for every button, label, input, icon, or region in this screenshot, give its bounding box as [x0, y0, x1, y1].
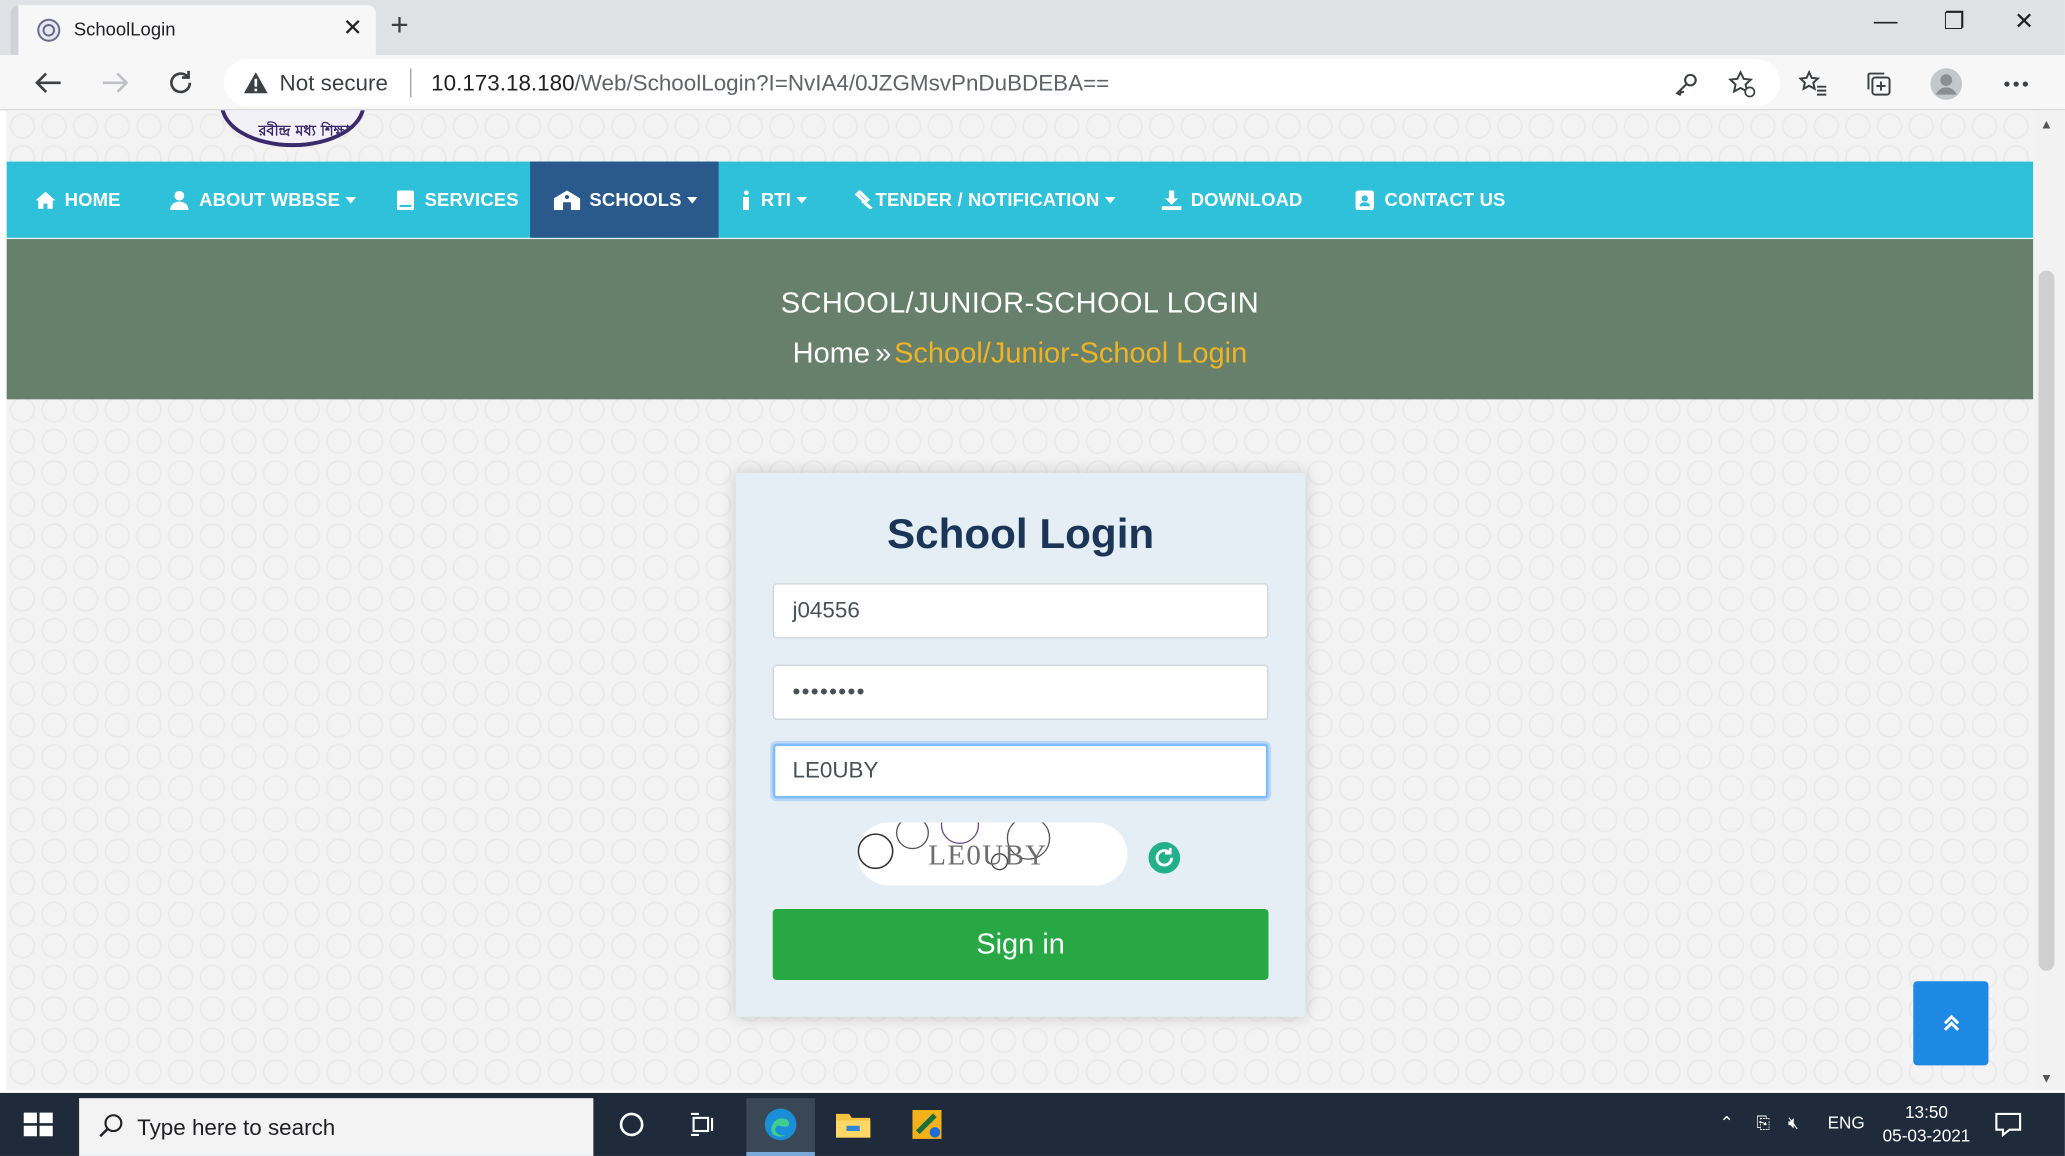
captcha-refresh-icon[interactable] — [1147, 841, 1181, 875]
nav-label: SCHOOLS — [589, 189, 682, 211]
scroll-up-arrow-icon[interactable]: ▲ — [2040, 118, 2053, 132]
scroll-down-arrow-icon[interactable]: ▼ — [2040, 1072, 2053, 1086]
app-launcher-icon[interactable] — [907, 1106, 947, 1143]
windows-start-icon[interactable] — [18, 1109, 58, 1141]
windows-taskbar: Type here to search ⌃ ⎘ 🔇︎ ENG 13:50 05-… — [0, 1092, 2065, 1156]
nav-item-download[interactable]: DOWNLOAD — [1159, 162, 1302, 238]
nav-label: ABOUT WBBSE — [199, 189, 341, 211]
page-banner: SCHOOL/JUNIOR-SCHOOL LOGIN Home» School/J… — [6, 239, 2034, 400]
captcha-text: LE0UBY — [928, 838, 1048, 871]
refresh-icon[interactable] — [161, 66, 201, 100]
login-title: School Login — [886, 509, 1155, 557]
breadcrumb: Home» School/Junior-School Login — [7, 336, 2034, 370]
info-icon — [740, 189, 753, 210]
breadcrumb-separator: » — [875, 336, 892, 370]
notifications-icon[interactable] — [1988, 1106, 2028, 1143]
url-path: /Web/SchoolLogin?I=NvIA4/0JZGMsvPnDuBDEB… — [574, 70, 1110, 96]
contact-icon — [1353, 189, 1377, 210]
browser-tab-strip: SchoolLogin ✕ + — ❐ ✕ — [0, 0, 2065, 56]
search-icon — [99, 1114, 123, 1138]
main-navigation: HOME ABOUT WBBSE SERVICES SCHOOLS RTI TE… — [6, 161, 2034, 238]
cortana-icon[interactable] — [612, 1106, 652, 1143]
back-icon[interactable] — [29, 66, 69, 100]
restore-icon[interactable]: ❐ — [1928, 8, 1981, 36]
caret-down-icon — [796, 196, 807, 203]
caret-down-icon — [686, 196, 698, 203]
minimize-icon[interactable]: — — [1859, 8, 1912, 36]
address-bar[interactable]: Not secure 10.173.18.180/Web/SchoolLogin… — [224, 59, 1781, 107]
breadcrumb-current: School/Junior-School Login — [894, 336, 1248, 370]
collections-icon[interactable] — [1862, 67, 1896, 101]
page-scrollbar[interactable]: ▲ ▼ — [2033, 110, 2065, 1091]
profile-avatar-icon[interactable] — [1929, 67, 1963, 101]
scroll-to-top-button[interactable] — [1913, 981, 1989, 1066]
new-tab-icon[interactable]: + — [390, 8, 408, 45]
nav-label: HOME — [64, 189, 121, 211]
wbbse-logo[interactable]: রবীন্দ্র মধ্য শিক্ষা — [220, 110, 366, 148]
favorites-icon[interactable] — [1796, 67, 1830, 101]
forward-icon[interactable] — [95, 66, 135, 100]
page-viewport: রবীন্দ্র মধ্য শিক্ষা HOME ABOUT WBBSE SE… — [6, 110, 2034, 1091]
school-icon — [552, 189, 581, 210]
site-favicon-icon — [37, 18, 61, 42]
tab-close-icon[interactable]: ✕ — [343, 14, 363, 42]
browser-toolbar: Not secure 10.173.18.180/Web/SchoolLogin… — [0, 55, 2065, 111]
nav-item-services[interactable]: SERVICES — [393, 162, 519, 238]
download-icon — [1159, 189, 1183, 210]
nav-item-contact-us[interactable]: CONTACT US — [1353, 162, 1506, 238]
caret-down-icon — [345, 196, 356, 203]
taskbar-search-placeholder: Type here to search — [137, 1115, 336, 1141]
taskbar-clock[interactable]: 13:50 05-03-2021 — [1878, 1101, 1976, 1148]
warning-icon — [243, 72, 268, 94]
network-icon[interactable]: ⎘ — [1756, 1113, 1770, 1134]
browser-tab[interactable]: SchoolLogin ✕ — [10, 5, 376, 56]
not-secure-label[interactable]: Not secure — [280, 71, 388, 97]
file-explorer-icon[interactable] — [833, 1106, 873, 1143]
show-hidden-icons-icon[interactable]: ⌃ — [1719, 1113, 1733, 1134]
taskbar-search-box[interactable]: Type here to search — [79, 1098, 594, 1156]
speaker-muted-icon[interactable]: 🔇︎ — [1788, 1113, 1799, 1134]
caret-down-icon — [1104, 196, 1116, 203]
nav-item-home[interactable]: HOME — [33, 162, 121, 238]
nav-item-tender-notification[interactable]: TENDER / NOTIFICATION — [854, 162, 1116, 238]
breadcrumb-home-link[interactable]: Home — [793, 336, 870, 369]
nav-label: RTI — [760, 189, 791, 211]
add-favorite-icon[interactable] — [1725, 67, 1759, 101]
url-host: 10.173.18.180 — [431, 70, 575, 96]
clock-time: 13:50 — [1905, 1102, 1948, 1122]
clock-date: 05-03-2021 — [1882, 1125, 1971, 1146]
gavel-icon — [854, 189, 873, 210]
username-field[interactable]: j04556 — [772, 583, 1269, 639]
address-divider — [410, 68, 412, 98]
edge-browser-icon[interactable] — [761, 1106, 801, 1143]
nav-label: CONTACT US — [1384, 189, 1506, 211]
login-card: School Login j04556 •••••••• LE0UBY LE0U… — [735, 472, 1306, 1017]
user-icon — [167, 189, 191, 210]
scrollbar-thumb[interactable] — [2038, 270, 2055, 971]
page-title: SCHOOL/JUNIOR-SCHOOL LOGIN — [780, 286, 1260, 320]
tab-title: SchoolLogin — [73, 18, 176, 40]
captcha-input[interactable]: LE0UBY — [772, 743, 1269, 799]
url-text[interactable]: 10.173.18.180/Web/SchoolLogin?I=NvIA4/0J… — [431, 71, 1109, 97]
more-menu-icon[interactable] — [1999, 67, 2033, 101]
nav-item-about-wbbse[interactable]: ABOUT WBBSE — [167, 162, 356, 238]
close-window-icon[interactable]: ✕ — [1998, 8, 2051, 36]
double-chevron-up-icon — [1943, 1014, 1959, 1031]
task-view-icon[interactable] — [683, 1106, 723, 1143]
logo-text: রবীন্দ্র মধ্য শিক্ষা — [258, 122, 350, 140]
password-field[interactable]: •••••••• — [772, 664, 1269, 720]
nav-label: DOWNLOAD — [1190, 189, 1303, 211]
nav-item-rti[interactable]: RTI — [740, 162, 807, 238]
nav-label: TENDER / NOTIFICATION — [875, 189, 1100, 211]
nav-label: SERVICES — [424, 189, 519, 211]
language-indicator[interactable]: ENG — [1828, 1113, 1865, 1133]
captcha-image: LE0UBY — [857, 822, 1128, 886]
sign-in-button[interactable]: Sign in — [772, 909, 1269, 980]
home-icon — [33, 189, 57, 210]
nav-item-schools[interactable]: SCHOOLS — [530, 161, 719, 238]
book-icon — [393, 189, 417, 210]
key-icon[interactable] — [1669, 67, 1703, 101]
